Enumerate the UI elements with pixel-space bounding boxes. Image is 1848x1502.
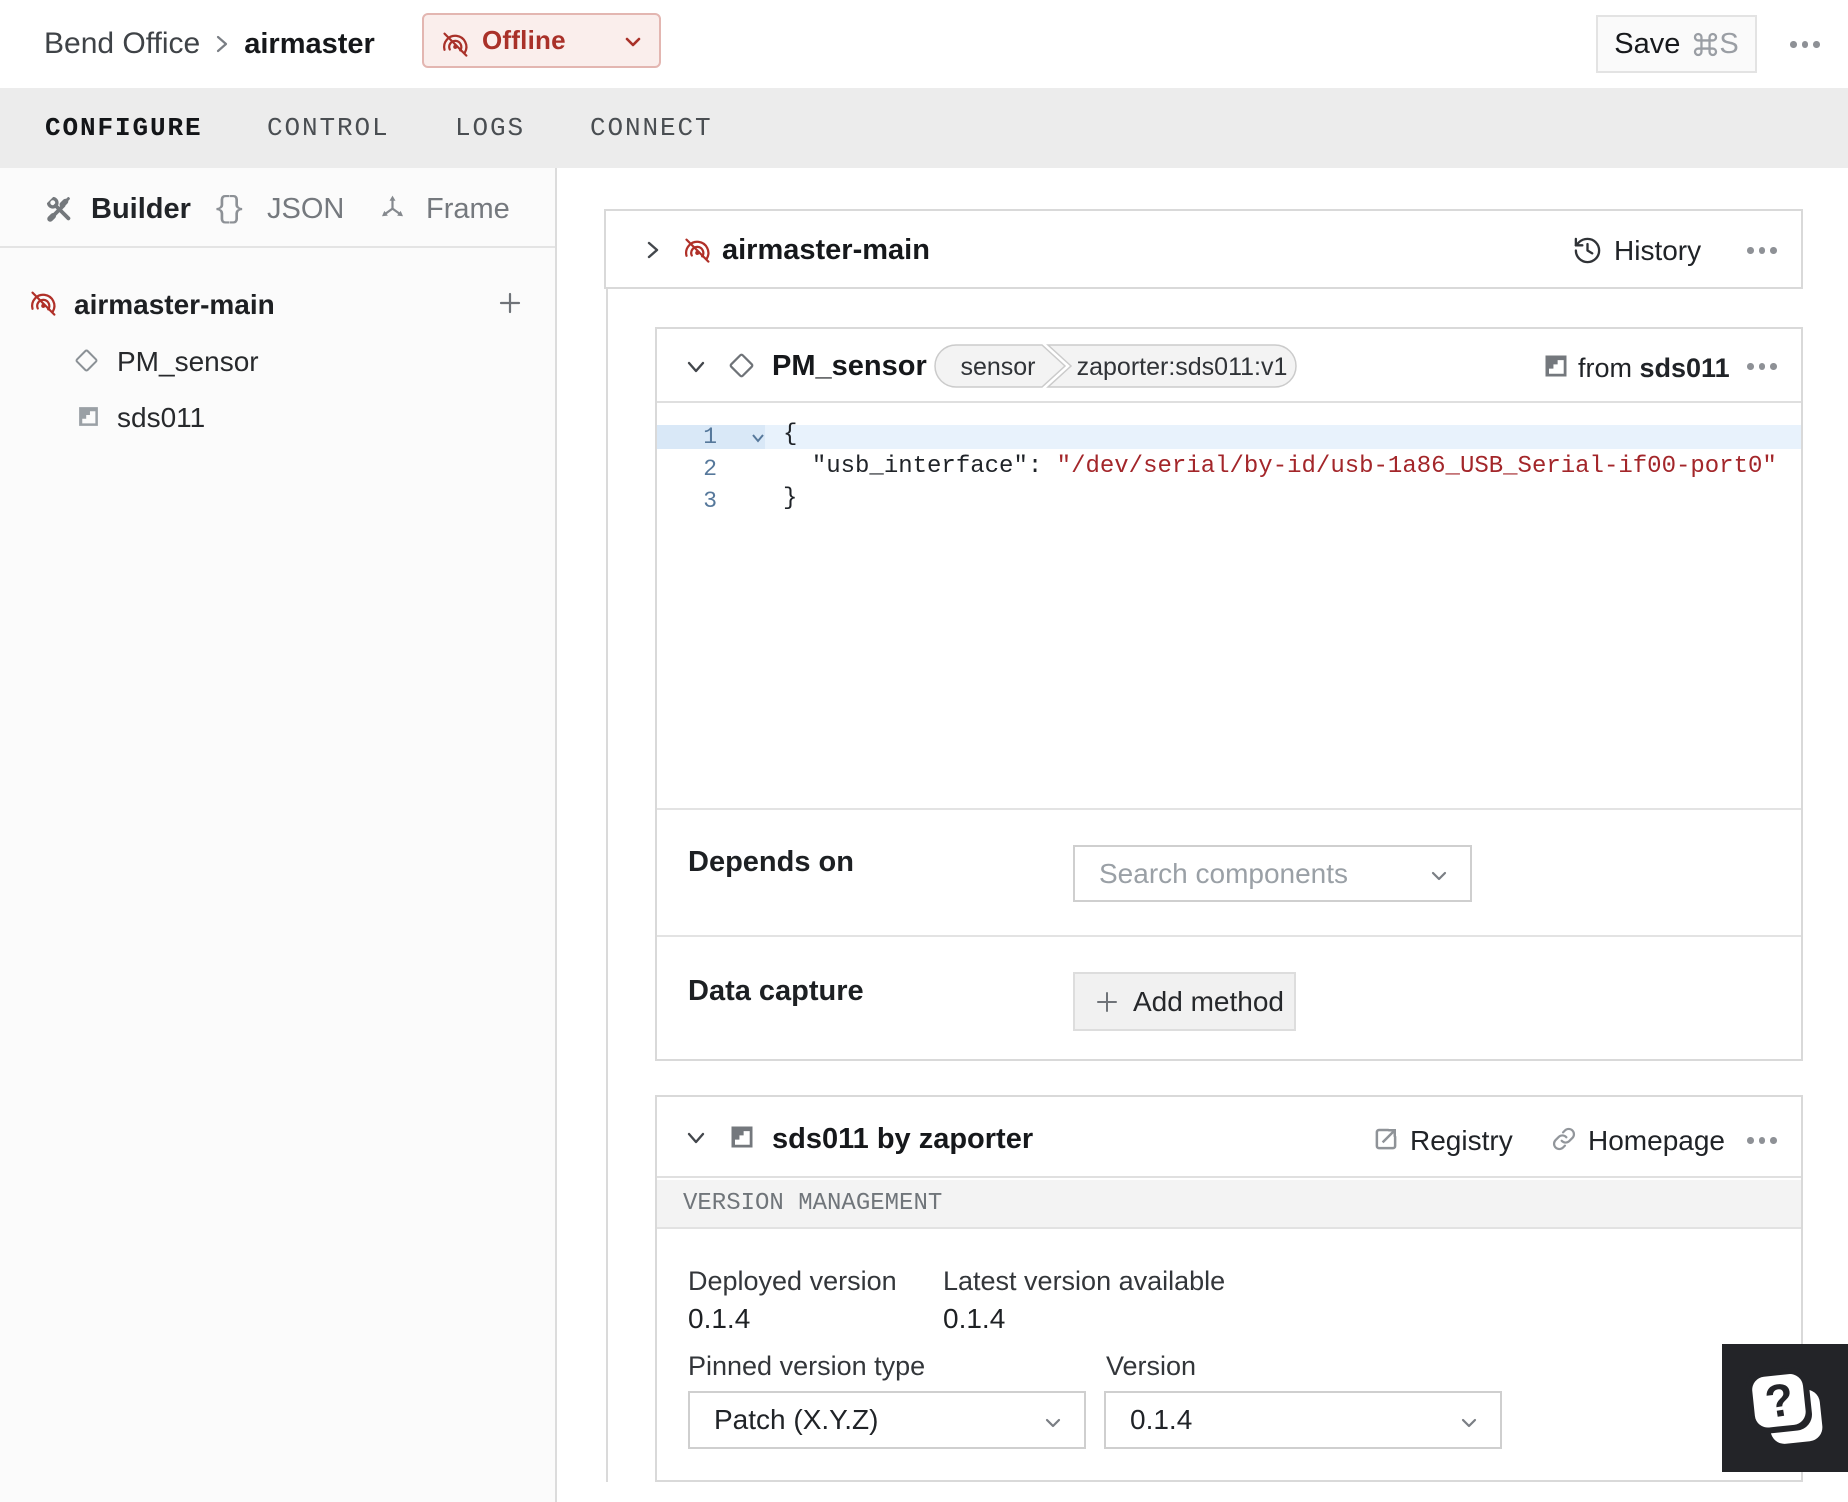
svg-text:sensor: sensor	[960, 353, 1035, 381]
svg-text:zaporter:sds011:v1: zaporter:sds011:v1	[1077, 353, 1288, 381]
